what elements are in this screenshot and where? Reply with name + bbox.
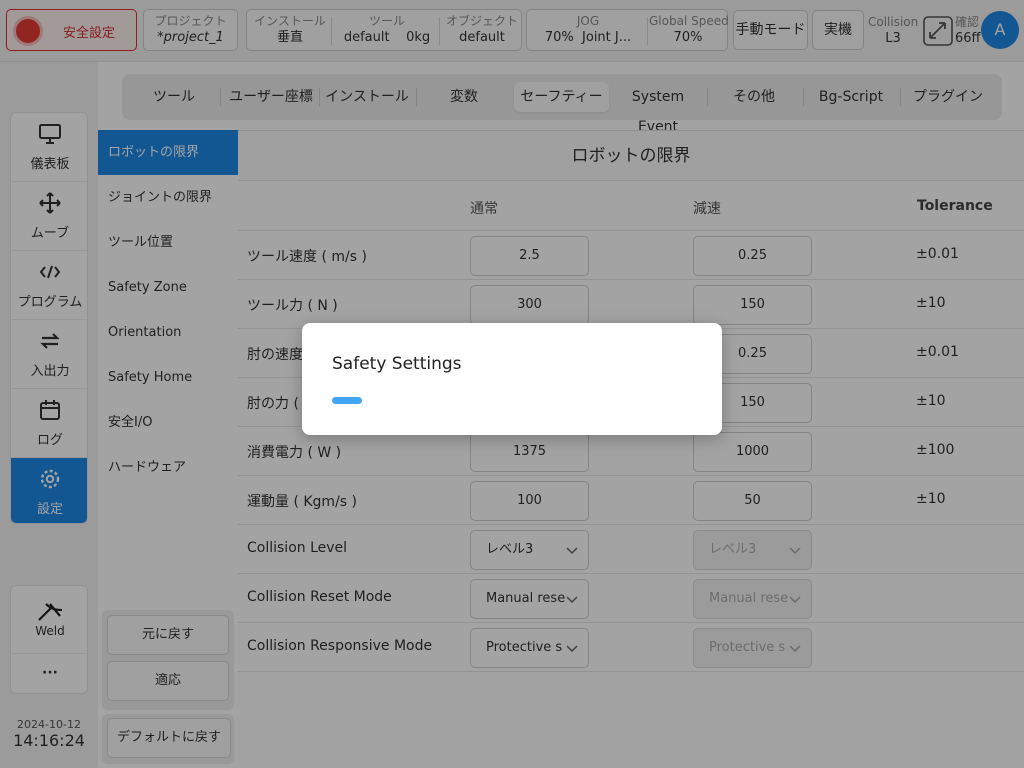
loading-progress-bar xyxy=(332,397,362,404)
safety-settings-dialog: Safety Settings xyxy=(302,323,722,435)
dialog-title: Safety Settings xyxy=(332,354,462,374)
